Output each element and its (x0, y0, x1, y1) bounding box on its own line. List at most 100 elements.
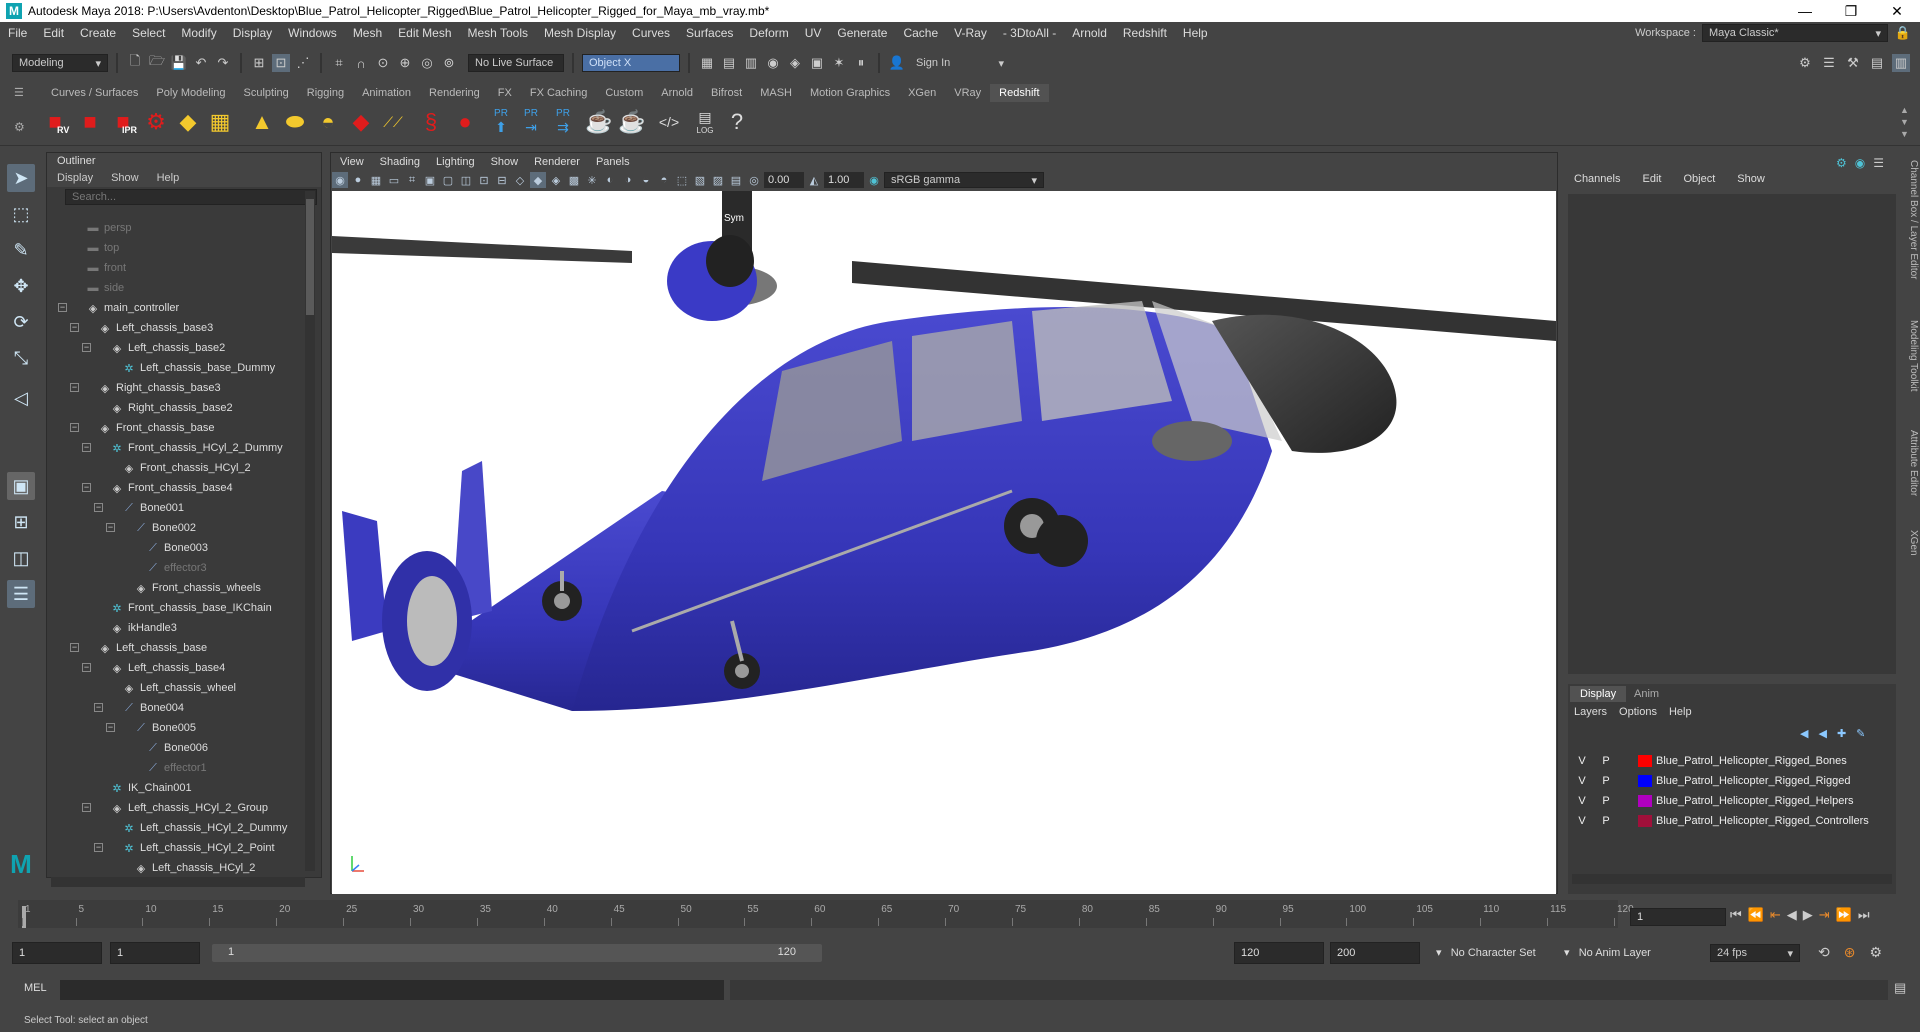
rotate-tool-icon[interactable]: ⟳ (7, 308, 35, 336)
redshift-light-cone-icon[interactable]: ▲ (247, 105, 277, 139)
image-plane-icon[interactable]: ▭ (386, 172, 402, 188)
outliner-row[interactable]: − ⟋ Bone002 (50, 518, 314, 538)
shelf-tab-6[interactable]: FX (489, 84, 521, 102)
viewport-menu-4[interactable]: Renderer (534, 156, 580, 168)
menu-5[interactable]: Display (225, 26, 280, 40)
shelf-tab-3[interactable]: Rigging (298, 84, 353, 102)
redshift-render-view-icon[interactable]: ■ RV (40, 105, 70, 139)
layer-row[interactable]: V P Blue_Patrol_Helicopter_Rigged_Bones (1570, 752, 1894, 770)
fps-dropdown[interactable]: 24 fps ▾ (1710, 944, 1800, 962)
redshift-hair-icon[interactable]: § (416, 105, 446, 139)
xray-joints-icon[interactable]: ▨ (710, 172, 726, 188)
shelf-tab-4[interactable]: Animation (353, 84, 420, 102)
layer-row[interactable]: V P Blue_Patrol_Helicopter_Rigged_Controll… (1570, 812, 1894, 830)
shelf-tab-2[interactable]: Sculpting (235, 84, 298, 102)
anti-aliasing-icon[interactable]: ◓ (656, 172, 672, 188)
layer-menu-0[interactable]: Layers (1574, 706, 1607, 718)
layer-color-swatch[interactable] (1638, 815, 1652, 827)
save-scene-icon[interactable]: 💾 (170, 54, 188, 72)
select-component-icon[interactable]: ⋰ (294, 54, 312, 72)
menu-12[interactable]: Surfaces (678, 26, 741, 40)
command-language-toggle[interactable]: MEL (24, 982, 47, 994)
outliner-row[interactable]: ✲ Front_chassis_base_IKChain (50, 598, 314, 618)
redshift-log-icon[interactable]: ▤ LOG (690, 105, 720, 139)
collapse-toggle-icon[interactable]: − (106, 723, 115, 732)
layer-visibility-toggle[interactable]: V (1570, 815, 1594, 827)
outliner-row[interactable]: ◈ ikHandle3 (50, 618, 314, 638)
redshift-ies-icon[interactable]: ⟋⟋ (378, 105, 408, 139)
menu-2[interactable]: Create (72, 26, 124, 40)
new-layer-selected-icon[interactable]: ✎ (1856, 727, 1865, 740)
anim-prefs-icon[interactable]: ⚙ (1869, 944, 1882, 961)
redshift-settings-icon[interactable]: ⚙ (141, 105, 171, 139)
redshift-sun-icon[interactable]: ◓ (313, 105, 343, 139)
script-editor-icon[interactable]: ▤ (1894, 980, 1906, 996)
pause-icon[interactable]: ⏸ (852, 54, 870, 72)
render-settings-icon[interactable]: ◉ (764, 54, 782, 72)
color-management-icon[interactable]: ◉ (866, 172, 882, 188)
playback-end-field[interactable]: 120 (1234, 942, 1324, 964)
outliner-row[interactable]: ▬ top (50, 238, 314, 258)
layer-row[interactable]: V P Blue_Patrol_Helicopter_Rigged_Rigged (1570, 772, 1894, 790)
redshift-pr-icon-2[interactable]: PR ⇥ (516, 105, 546, 139)
outliner-row[interactable]: − ✲ Front_chassis_HCyl_2_Dummy (50, 438, 314, 458)
layer-row[interactable]: V P Blue_Patrol_Helicopter_Rigged_Helpers (1570, 792, 1894, 810)
playback-start-field[interactable]: 1 (110, 942, 200, 964)
side-tab-xgen[interactable]: XGen (1908, 530, 1919, 556)
shadows-icon[interactable]: ◐ (602, 172, 618, 188)
outliner-row[interactable]: − ◈ Left_chassis_base2 (50, 338, 314, 358)
shelf-tab-9[interactable]: Arnold (652, 84, 702, 102)
outliner-row[interactable]: ⟋ effector3 (50, 558, 314, 578)
redshift-dome-light-icon[interactable]: ⬬ (280, 105, 310, 139)
menu-1[interactable]: Edit (35, 26, 72, 40)
bookmark-icon[interactable]: ▦ (368, 172, 384, 188)
range-slider[interactable]: 1 120 (212, 944, 822, 962)
layer-hscrollbar[interactable] (1572, 874, 1892, 884)
menu-8[interactable]: Edit Mesh (390, 26, 459, 40)
safe-title-icon[interactable]: ⊟ (494, 172, 510, 188)
menu-19[interactable]: Arnold (1064, 26, 1115, 40)
outliner-row[interactable]: ✲ Left_chassis_HCyl_2_Dummy (50, 818, 314, 838)
collapse-toggle-icon[interactable]: − (94, 703, 103, 712)
outliner-row[interactable]: − ⟋ Bone001 (50, 498, 314, 518)
redo-icon[interactable]: ↷ (214, 54, 232, 72)
outliner-menu-2[interactable]: Help (157, 172, 180, 184)
go-to-end-icon[interactable]: ⏭ (1858, 907, 1870, 923)
menu-14[interactable]: UV (797, 26, 830, 40)
menu-9[interactable]: Mesh Tools (460, 26, 536, 40)
lock-icon[interactable]: 🔒 (1894, 24, 1912, 42)
play-backward-icon[interactable]: ◀ (1787, 907, 1797, 923)
new-layer-icon[interactable]: ✚ (1837, 727, 1846, 740)
redshift-material-icon[interactable]: ● (450, 105, 480, 139)
outliner-row[interactable]: ▬ side (50, 278, 314, 298)
paint-select-tool-icon[interactable]: ✎ (7, 236, 35, 264)
camera-select-icon[interactable]: ◉ (332, 172, 348, 188)
tool-settings-icon[interactable]: ⚒ (1844, 54, 1862, 72)
screen-space-ao-icon[interactable]: ◑ (620, 172, 636, 188)
current-frame-field[interactable]: 1 (1630, 908, 1726, 926)
channel-box-list-icon[interactable]: ☰ (1873, 156, 1884, 170)
layer-playback-toggle[interactable]: P (1594, 795, 1618, 807)
menu-4[interactable]: Modify (173, 26, 224, 40)
side-tab-attribute-editor[interactable]: Attribute Editor (1908, 430, 1919, 496)
outliner-row[interactable]: ⟋ effector1 (50, 758, 314, 778)
collapse-toggle-icon[interactable]: − (70, 323, 79, 332)
layer-menu-1[interactable]: Options (1619, 706, 1657, 718)
render-setup-icon[interactable]: ▣ (808, 54, 826, 72)
outliner-row[interactable]: ✲ IK_Chain001 (50, 778, 314, 798)
undo-icon[interactable]: ↶ (192, 54, 210, 72)
auto-key-icon[interactable]: ⊛ (1844, 944, 1856, 961)
outliner-row[interactable]: − ◈ Left_chassis_base4 (50, 658, 314, 678)
channel-menu-2[interactable]: Object (1683, 173, 1715, 185)
outliner-row[interactable]: − ⟋ Bone004 (50, 698, 314, 718)
live-surface-field[interactable]: No Live Surface (468, 54, 564, 72)
gamma-field[interactable]: 1.00 (824, 172, 864, 188)
loop-icon[interactable]: ⟲ (1818, 944, 1830, 961)
collapse-toggle-icon[interactable]: − (70, 383, 79, 392)
collapse-toggle-icon[interactable]: − (106, 523, 115, 532)
redshift-volume-icon[interactable]: ◆ (346, 105, 376, 139)
scene-end-field[interactable]: 200 (1330, 942, 1420, 964)
outliner-row[interactable]: ✲ Left_chassis_base_Dummy (50, 358, 314, 378)
channel-box-tool-icon[interactable]: ⚙ (1836, 156, 1847, 170)
ipr-render-icon[interactable]: ▥ (742, 54, 760, 72)
